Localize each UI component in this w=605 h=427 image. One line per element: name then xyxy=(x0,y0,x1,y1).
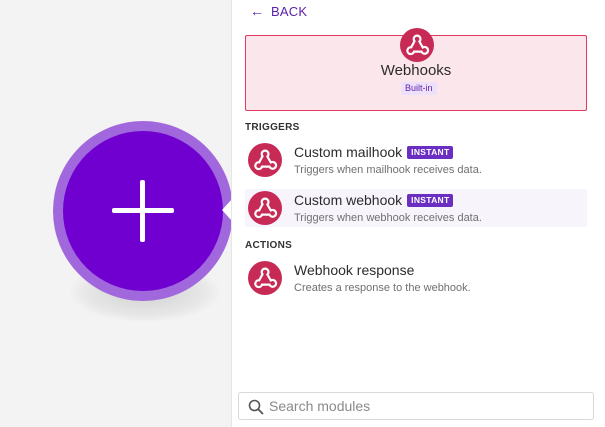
arrow-left-icon: ← xyxy=(250,3,265,19)
module-item-webhook-response[interactable]: Webhook response Creates a response to t… xyxy=(245,259,587,297)
search-icon xyxy=(248,399,264,415)
app-header-card: Webhooks Built-in xyxy=(245,28,587,111)
section-actions-heading: ACTIONS xyxy=(245,240,293,251)
module-description: Triggers when webhook receives data. xyxy=(294,212,482,224)
module-title: Webhook response xyxy=(294,262,414,278)
module-title-text: Custom mailhook xyxy=(294,144,403,160)
plus-icon-vertical xyxy=(140,180,145,242)
webhook-icon xyxy=(248,143,282,177)
search-input[interactable] xyxy=(269,396,579,416)
instant-badge: INSTANT xyxy=(407,145,454,159)
module-description: Creates a response to the webhook. xyxy=(294,282,471,294)
module-title: Custom webhook INSTANT xyxy=(294,192,454,208)
search-modules-box[interactable] xyxy=(238,392,594,420)
webhook-icon xyxy=(248,261,282,295)
module-description: Triggers when mailhook receives data. xyxy=(294,164,482,176)
module-item-custom-mailhook[interactable]: Custom mailhook INSTANT Triggers when ma… xyxy=(245,141,587,179)
app-title: Webhooks xyxy=(380,62,452,79)
module-title: Custom mailhook INSTANT xyxy=(294,144,454,160)
scenario-canvas xyxy=(0,0,233,427)
section-triggers-heading: TRIGGERS xyxy=(245,122,300,133)
webhook-icon xyxy=(248,191,282,225)
module-item-custom-webhook[interactable]: Custom webhook INSTANT Triggers when web… xyxy=(245,189,587,227)
module-title-text: Webhook response xyxy=(294,262,415,278)
instant-badge: INSTANT xyxy=(407,193,454,207)
webhook-icon xyxy=(400,28,434,62)
back-label: BACK xyxy=(271,3,308,19)
back-button[interactable]: ← BACK xyxy=(250,3,307,19)
built-in-badge: Built-in xyxy=(401,82,437,95)
module-title-text: Custom webhook xyxy=(294,192,403,208)
module-picker-panel: ← BACK Webhooks Built-in TRIGGERS Custom… xyxy=(231,0,605,427)
